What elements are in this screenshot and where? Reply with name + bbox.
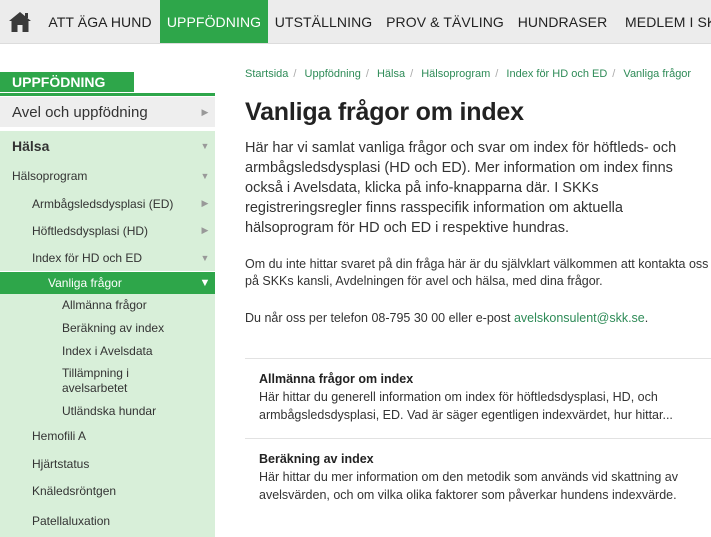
sidebar-item-utlandska[interactable]: Utländska hundar (0, 400, 215, 422)
nav-item-prov-tavling[interactable]: PROV & TÄVLING (379, 0, 511, 43)
sidebar-item-label: Hemofili A (32, 429, 87, 443)
sidebar-item-index-avelsdata[interactable]: Index i Avelsdata (0, 340, 215, 362)
sidebar-item-label: Tillämpning i avelsarbetet (62, 366, 129, 395)
phone-paragraph: Du når oss per telefon 08-795 30 00 elle… (245, 310, 710, 327)
faq-card-title: Beräkning av index (259, 452, 374, 466)
breadcrumb-link[interactable]: Hälsa (377, 68, 405, 80)
breadcrumb-link[interactable]: Uppfödning (305, 68, 361, 80)
sidebar-item-index[interactable]: Index för HD och ED ▼ (0, 244, 215, 271)
breadcrumb-separator: / (365, 68, 369, 80)
sidebar-item-patellaluxation[interactable]: Patellaluxation (0, 504, 215, 537)
sidebar-item-berakning[interactable]: Beräkning av index (0, 316, 215, 340)
sidebar-item-ed[interactable]: Armbågsledsdysplasi (ED) ▶ (0, 190, 215, 217)
home-button[interactable] (0, 0, 40, 43)
sidebar-item-label: Knäledsröntgen (32, 483, 117, 498)
sidebar-item-avel[interactable]: Avel och uppfödning ▶ (0, 97, 215, 129)
nav-item-hundraser[interactable]: HUNDRASER (511, 0, 614, 43)
sidebar-item-label: Beräkning av index (62, 320, 165, 335)
sidebar-item-label: Höftledsdysplasi (HD) (32, 223, 149, 238)
sidebar-item-halsa[interactable]: Hälsa ▼ (0, 131, 215, 161)
breadcrumb-link[interactable]: Index för HD och ED (506, 68, 607, 80)
faq-card-text: Här hittar du mer information om den met… (259, 470, 678, 502)
sidebar-item-label: Avel och uppfödning (12, 103, 148, 121)
sidebar-item-label: Hälsoprogram (12, 168, 88, 183)
sidebar-item-label: Hälsa (12, 138, 50, 154)
nav-item-medlem[interactable]: MEDLEM I SKK (614, 0, 711, 43)
chevron-right-icon: ▶ (201, 198, 209, 208)
sidebar-item-label: Index för HD och ED (32, 250, 143, 265)
phone-text: Du når oss per telefon 08-795 30 00 elle… (245, 311, 511, 325)
sidebar-item-hjartstatus[interactable]: Hjärtstatus (0, 450, 215, 477)
breadcrumb-separator: / (293, 68, 297, 80)
breadcrumb-separator: / (612, 68, 616, 80)
sidebar-item-label: Hjärtstatus (32, 456, 90, 471)
nav-item-utstallning[interactable]: UTSTÄLLNING (268, 0, 379, 43)
page-lead: Här har vi samlat vanliga frågor och sva… (245, 140, 677, 236)
sidebar-item-knaledsrontgen[interactable]: Knäledsröntgen (0, 477, 215, 504)
nav-item-uppfodning[interactable]: UPPFÖDNING (160, 0, 268, 43)
sidebar-item-label: Utländska hundar (62, 403, 157, 418)
sidebar-divider (0, 93, 215, 96)
sidebar-item-label: Armbågsledsdysplasi (ED) (32, 196, 174, 211)
sidebar-item-label: Index i Avelsdata (62, 343, 153, 358)
sidebar-item-hemofili[interactable]: Hemofili A (0, 422, 215, 450)
breadcrumb-current[interactable]: Vanliga frågor (623, 68, 691, 80)
chevron-right-icon: ▶ (201, 225, 209, 235)
email-link[interactable]: avelskonsulent@skk.se (514, 311, 645, 325)
faq-card-berakning[interactable]: Beräkning av index Här hittar du mer inf… (245, 438, 711, 537)
faq-card-allmanna[interactable]: Allmänna frågor om index Här hittar du g… (245, 358, 711, 438)
house-icon (9, 12, 31, 32)
sidebar-item-halsoprogram[interactable]: Hälsoprogram ▼ (0, 161, 215, 190)
breadcrumb-separator: / (495, 68, 499, 80)
sidebar-item-hd[interactable]: Höftledsdysplasi (HD) ▶ (0, 217, 215, 244)
breadcrumb-separator: / (410, 68, 414, 80)
contact-paragraph: Om du inte hittar svaret på din fråga hä… (245, 257, 709, 288)
sidebar-item-allmanna[interactable]: Allmänna frågor (0, 294, 215, 316)
breadcrumb-link[interactable]: Hälsoprogram (421, 68, 490, 80)
chevron-down-icon: ▼ (199, 277, 211, 289)
chevron-down-icon: ▼ (200, 170, 210, 181)
sidebar-item-label: Vanliga frågor (48, 276, 122, 290)
chevron-down-icon: ▼ (200, 252, 210, 263)
faq-card-text: Här hittar du generell information om in… (259, 390, 673, 422)
sidebar-item-label: Allmänna frågor (62, 297, 147, 312)
faq-card-title: Allmänna frågor om index (259, 372, 414, 386)
chevron-down-icon: ▼ (200, 141, 210, 151)
breadcrumb-link[interactable]: Startsida (245, 68, 288, 80)
sidebar-item-tillampning[interactable]: Tillämpning i avelsarbetet (0, 362, 215, 400)
chevron-right-icon: ▶ (201, 106, 209, 117)
nav-item-att-aga-hund[interactable]: ATT ÄGA HUND (40, 0, 160, 43)
sidebar: UPPFÖDNING Avel och uppfödning ▶ Hälsa ▼… (0, 44, 215, 537)
sidebar-item-label: Patellaluxation (32, 513, 111, 528)
sidebar-item-vanliga-fragor[interactable]: Vanliga frågor ▼ (0, 272, 215, 294)
breadcrumb: Startsida / Uppfödning / Hälsa / Hälsoprogr… (245, 68, 691, 80)
top-navigation: ATT ÄGA HUND UPPFÖDNING UTSTÄLLNING PROV… (0, 0, 711, 44)
sidebar-heading: UPPFÖDNING (0, 72, 134, 92)
phone-end: . (644, 311, 649, 325)
page-title: Vanliga frågor om index (245, 98, 524, 126)
